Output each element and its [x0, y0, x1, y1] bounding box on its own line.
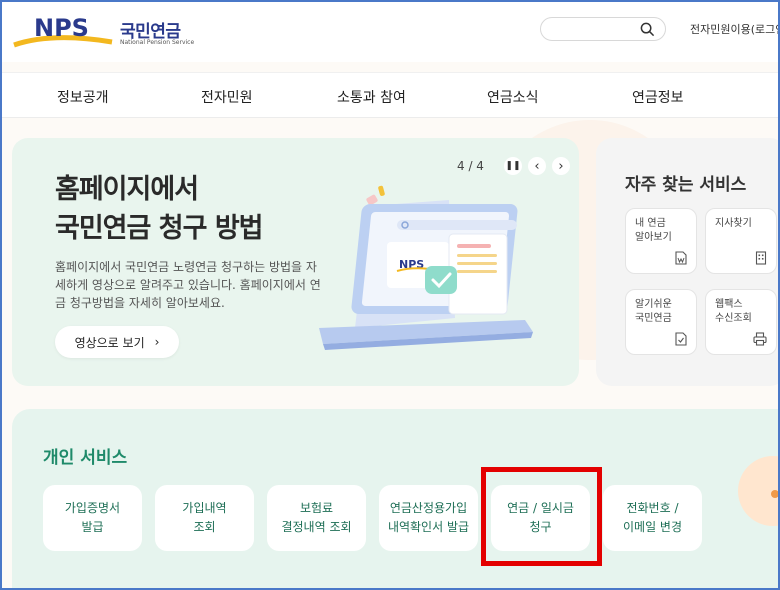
- logo-english: National Pension Service: [120, 39, 195, 46]
- service-contact-change[interactable]: 전화번호 / 이메일 변경: [603, 485, 702, 551]
- site-header: NPS 국민연금 National Pension Service 전자민원이용…: [0, 0, 780, 62]
- next-slide-button[interactable]: ›: [551, 157, 570, 175]
- nav-item-pension-info[interactable]: 연금정보: [632, 87, 684, 107]
- nav-item-communication[interactable]: 소통과 참여: [337, 87, 406, 107]
- slide-pager: 4 / 4 ❚❚ ‹ ›: [457, 157, 570, 175]
- service-subscription-history[interactable]: 가입내역 조회: [155, 485, 254, 551]
- arrow-dot-icon: [771, 490, 779, 498]
- service-certificate-issue[interactable]: 가입증명서 발급: [43, 485, 142, 551]
- chevron-right-icon: ›: [154, 335, 160, 349]
- quick-service-label: 알기쉬운 국민연금: [635, 299, 672, 324]
- personal-services-section: 개인 서비스 가입증명서 발급 가입내역 조회 보험료 결정내역 조회 연금산정…: [12, 409, 780, 590]
- document-w-icon: [675, 251, 687, 265]
- pause-button[interactable]: ❚❚: [503, 157, 522, 175]
- e-civil-login-link[interactable]: 전자민원이용(로그인: [690, 21, 780, 37]
- quick-service-webfax[interactable]: 웹팩스 수신조회: [705, 289, 777, 355]
- quick-service-my-pension[interactable]: 내 연금 알아보기: [625, 208, 697, 274]
- nps-logo-mark: NPS: [13, 14, 113, 48]
- slide-count: 4 / 4: [457, 159, 484, 173]
- quick-services-title: 자주 찾는 서비스: [625, 175, 747, 195]
- building-icon: [755, 251, 767, 265]
- printer-icon: [753, 332, 767, 346]
- nps-logo[interactable]: NPS 국민연금 National Pension Service: [12, 12, 194, 52]
- quick-service-branch-finder[interactable]: 지사찾기: [705, 208, 777, 274]
- search-icon[interactable]: [640, 22, 655, 37]
- watch-video-button[interactable]: 영상으로 보기 ›: [55, 326, 179, 358]
- quick-service-label: 내 연금 알아보기: [635, 218, 672, 243]
- hero-title-line1: 홈페이지에서: [55, 174, 199, 205]
- watch-video-label: 영상으로 보기: [74, 335, 145, 350]
- quick-service-label: 지사찾기: [715, 218, 752, 229]
- nav-item-info-disclosure[interactable]: 정보공개: [57, 87, 109, 107]
- service-calculation-certificate[interactable]: 연금산정용가입 내역확인서 발급: [379, 485, 478, 551]
- document-check-icon: [675, 332, 687, 346]
- service-premium-decision[interactable]: 보험료 결정내역 조회: [267, 485, 366, 551]
- hero-title-line2: 국민연금 청구 방법: [55, 213, 264, 244]
- quick-services-panel: 자주 찾는 서비스 내 연금 알아보기 지사찾기 알기쉬운 국민연금 웹팩스 수…: [596, 138, 780, 386]
- quick-service-easy-pension[interactable]: 알기쉬운 국민연금: [625, 289, 697, 355]
- personal-services-title: 개인 서비스: [43, 448, 128, 468]
- hero-description: 홈페이지에서 국민연금 노령연금 청구하는 방법을 자세하게 영상으로 알려주고…: [55, 260, 321, 310]
- nav-item-pension-news[interactable]: 연금소식: [487, 87, 539, 107]
- laptop-illustration: NPS: [319, 185, 533, 350]
- hero-banner: 홈페이지에서 국민연금 청구 방법 홈페이지에서 국민연금 노령연금 청구하는 …: [12, 138, 579, 386]
- quick-service-label: 웹팩스 수신조회: [715, 299, 752, 324]
- hero-title: 홈페이지에서 국민연금 청구 방법: [55, 170, 264, 248]
- main-nav: 정보공개 전자민원 소통과 참여 연금소식 연금정보: [0, 72, 780, 118]
- prev-slide-button[interactable]: ‹: [527, 157, 546, 175]
- logo-text: NPS: [34, 14, 89, 42]
- search-input[interactable]: [540, 17, 666, 41]
- nav-item-e-civil[interactable]: 전자민원: [201, 87, 253, 107]
- highlight-annotation: [481, 467, 602, 566]
